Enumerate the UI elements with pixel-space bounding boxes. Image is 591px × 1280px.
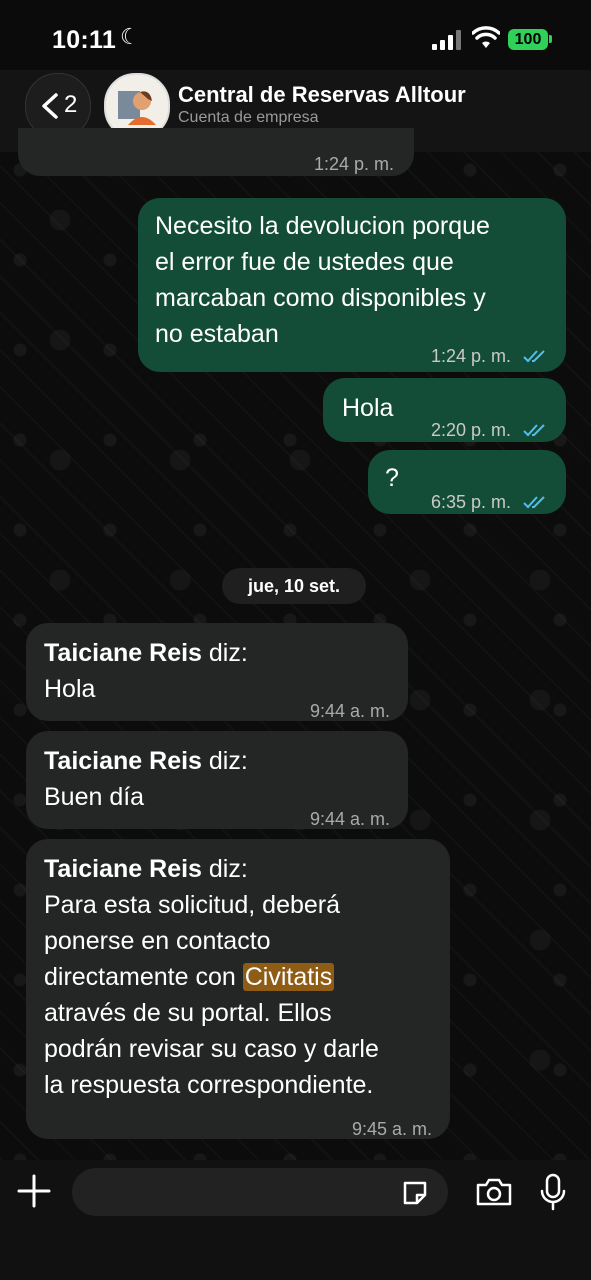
- message-sender-line: Taiciane Reis diz:: [44, 743, 248, 779]
- message-meta: 6:35 p. m.: [431, 484, 548, 520]
- battery-indicator: 100: [508, 29, 548, 50]
- message-bubble-outgoing[interactable]: Hola 2:20 p. m.: [323, 378, 566, 442]
- sender-suffix: diz:: [201, 639, 248, 667]
- message-input[interactable]: [72, 1168, 448, 1216]
- message-sender-line: Taiciane Reis diz:: [44, 635, 248, 671]
- message-time: 9:45 a. m.: [351, 1119, 432, 1139]
- sender-suffix: diz:: [201, 855, 248, 883]
- message-bubble-outgoing[interactable]: ? 6:35 p. m.: [368, 450, 566, 514]
- message-line: Para esta solicitud, deberá: [44, 891, 341, 919]
- unread-count: 2: [64, 91, 78, 118]
- highlighted-keyword[interactable]: Civitatis: [242, 963, 335, 991]
- message-bubble-outgoing[interactable]: Necesito la devolucion porque el error f…: [138, 198, 566, 372]
- message-text: ?: [385, 464, 399, 492]
- sender-name: Taiciane Reis: [44, 747, 202, 775]
- message-bubble-incoming[interactable]: Taiciane Reis diz: Hola 9:44 a. m.: [26, 623, 408, 721]
- battery-tip: [549, 35, 552, 43]
- message-bubble-incoming[interactable]: Taiciane Reis diz: Para esta solicitud, …: [26, 839, 450, 1139]
- message-line: ponerse en contacto: [44, 927, 271, 955]
- do-not-disturb-icon: ☾: [120, 24, 140, 49]
- composer-bar: [0, 1160, 591, 1280]
- message-time: 9:44 a. m.: [309, 809, 390, 829]
- message-line: directamente con Civitatis: [44, 959, 379, 995]
- message-meta: 1:24 p. m.: [431, 338, 548, 374]
- message-line-text: directamente con: [44, 963, 243, 991]
- wifi-icon: [472, 26, 500, 48]
- plus-icon[interactable]: [16, 1173, 52, 1209]
- read-ticks-icon: [523, 424, 545, 437]
- message-bubble-partial[interactable]: 1:24 p. m.: [18, 128, 414, 176]
- message-text: Buen día: [44, 783, 145, 811]
- message-text: Necesito la devolucion porque el error f…: [155, 212, 490, 348]
- sender-suffix: diz:: [201, 747, 248, 775]
- contact-name[interactable]: Central de Reservas Alltour: [178, 82, 466, 108]
- cellular-signal-icon: [432, 30, 462, 50]
- status-time: 10:11: [52, 26, 117, 54]
- message-text: Hola: [44, 675, 96, 703]
- sticker-icon[interactable]: [400, 1178, 430, 1208]
- message-time: 6:35 p. m.: [430, 492, 511, 512]
- microphone-icon[interactable]: [538, 1172, 568, 1212]
- camera-icon[interactable]: [474, 1176, 514, 1208]
- message-time: 1:24 p. m.: [430, 346, 511, 366]
- account-type: Cuenta de empresa: [178, 109, 319, 126]
- message-text: Para esta solicitud, deberá ponerse en c…: [44, 887, 379, 1103]
- message-line: através de su portal. Ellos: [44, 999, 332, 1027]
- message-meta: 2:20 p. m.: [431, 412, 548, 448]
- message-line: podrán revisar su caso y darle: [44, 1035, 379, 1063]
- message-bubble-incoming[interactable]: Taiciane Reis diz: Buen día 9:44 a. m.: [26, 731, 408, 829]
- date-divider: jue, 10 set.: [222, 568, 366, 604]
- status-bar: 10:11 ☾ 100: [0, 0, 591, 70]
- message-time: 1:24 p. m.: [313, 154, 394, 174]
- message-time: 2:20 p. m.: [430, 420, 511, 440]
- chevron-left-icon: [42, 93, 58, 119]
- sender-name: Taiciane Reis: [44, 639, 202, 667]
- message-time: 9:44 a. m.: [309, 701, 390, 721]
- message-line: la respuesta correspondiente.: [44, 1071, 374, 1099]
- read-ticks-icon: [523, 350, 545, 363]
- message-sender-line: Taiciane Reis diz:: [44, 851, 248, 887]
- sender-name: Taiciane Reis: [44, 855, 202, 883]
- read-ticks-icon: [523, 496, 545, 509]
- message-text: Hola: [342, 394, 394, 422]
